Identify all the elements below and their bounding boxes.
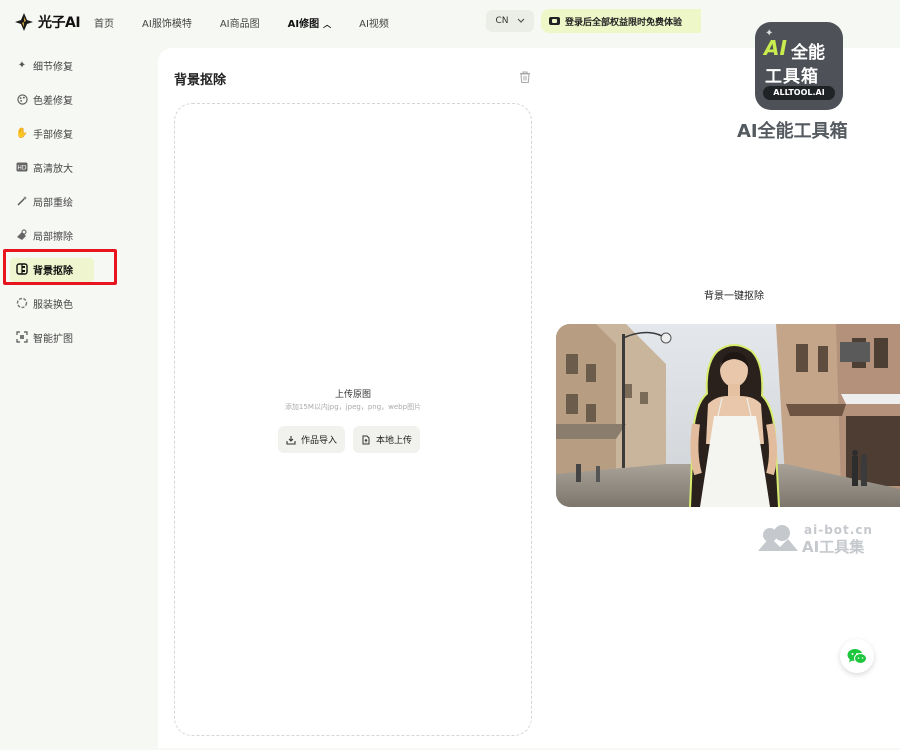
promo-text: 登录后全部权益限时免费体验 [565,17,683,28]
upload-title: 上传原图 [334,390,371,400]
magic-wand-icon [16,195,28,207]
nav-product-image[interactable]: AI商品图 [220,15,260,30]
sidebar-item-label: 智能扩图 [33,333,73,345]
local-upload-label: 本地上传 [376,436,413,446]
logo-icon [15,13,33,31]
trash-icon[interactable] [518,70,532,84]
watermark-domain: ai-bot.cn [804,523,873,537]
ticket-icon [549,17,560,25]
sidebar-item-label: 局部擦除 [33,231,73,243]
sidebar-item-erase[interactable]: 局部擦除 [0,218,150,252]
sidebar-item-detail-repair[interactable]: ✦ 细节修复 [0,48,150,82]
nav-ai-video[interactable]: AI视频 [359,15,389,30]
svg-text:HD: HD [17,164,27,171]
language-value: CN [495,16,509,26]
hand-icon: ✋ [15,127,29,139]
import-works-button[interactable]: 作品导入 [278,426,346,453]
main-nav: 首页 AI服饰模特 AI商品图 AI修图 ︿ AI视频 [94,15,417,30]
sidebar: ✦ 细节修复 色差修复 ✋ 手部修复 HD 高清放大 局部重绘 局部擦除 背景抠… [0,48,150,354]
sidebar-item-inpaint[interactable]: 局部重绘 [0,184,150,218]
sidebar-item-label: 细节修复 [33,61,73,73]
sidebar-item-label: 局部重绘 [33,197,73,209]
import-works-label: 作品导入 [301,436,338,446]
logo[interactable]: 光子AI [14,12,81,32]
local-upload-button[interactable]: 本地上传 [353,426,421,453]
nav-ai-retouch-label: AI修图 [287,18,320,30]
badge-line2: 工具箱 [765,67,819,87]
nav-ai-retouch[interactable]: AI修图 ︿ [288,15,331,30]
promo-banner[interactable]: 登录后全部权益限时免费体验 [541,9,701,33]
palette-icon [16,93,28,105]
file-upload-icon [362,435,370,444]
sidebar-item-label: 服装换色 [33,299,73,311]
sidebar-item-hand-repair[interactable]: ✋ 手部修复 [0,116,150,150]
watermark: ai-bot.cn AI工具集 [756,523,886,556]
upload-dropzone[interactable]: 上传原图 添加15M以内jpg，jpeg，png，webp图片 作品导入 本地上… [174,103,532,736]
page-title: 背景抠除 [174,73,227,88]
color-swap-icon [16,297,28,309]
language-select[interactable]: CN [486,10,534,32]
wechat-chat-button[interactable] [840,639,874,673]
example-caption: 背景一键抠除 [704,291,764,302]
watermark-name: AI工具集 [802,538,865,556]
street-scene-image [556,324,900,507]
sidebar-item-label: 色差修复 [33,95,73,107]
sidebar-item-label: 高清放大 [33,163,73,175]
badge-line1: 全能 [791,43,825,63]
badge-ai: AI [764,36,787,60]
nav-fashion-model[interactable]: AI服饰模特 [142,15,192,30]
wechat-icon [847,648,867,664]
badge-domain: ALLTOOL.AI [763,86,835,100]
sidebar-item-upscale[interactable]: HD 高清放大 [0,150,150,184]
upload-hint: 添加15M以内jpg，jpeg，png，webp图片 [284,403,422,411]
sidebar-item-expand[interactable]: 智能扩图 [0,320,150,354]
upload-actions: 作品导入 本地上传 [278,426,421,453]
annotation-highlight-box [3,249,117,285]
sparkle-icon: ✦ [17,59,27,71]
alltool-badge: ✦ AI 全能 工具箱 ALLTOOL.AI [755,22,843,110]
badge-caption: AI全能工具箱 [737,121,848,142]
chevron-down-icon [517,18,524,23]
import-icon [286,435,296,445]
expand-icon [16,331,28,343]
nav-home[interactable]: 首页 [94,15,114,30]
hd-icon: HD [16,161,28,173]
sidebar-item-label: 手部修复 [33,129,73,141]
logo-text: 光子AI [38,15,81,31]
main-panel: 背景抠除 上传原图 添加15M以内jpg，jpeg，png，webp图片 作品导… [158,48,548,748]
watermark-logo-icon [758,525,798,551]
example-image [556,324,900,507]
sidebar-item-color-swap[interactable]: 服装换色 [0,286,150,320]
eraser-icon [16,229,28,241]
sidebar-item-color-repair[interactable]: 色差修复 [0,82,150,116]
chevron-up-icon: ︿ [323,19,332,29]
